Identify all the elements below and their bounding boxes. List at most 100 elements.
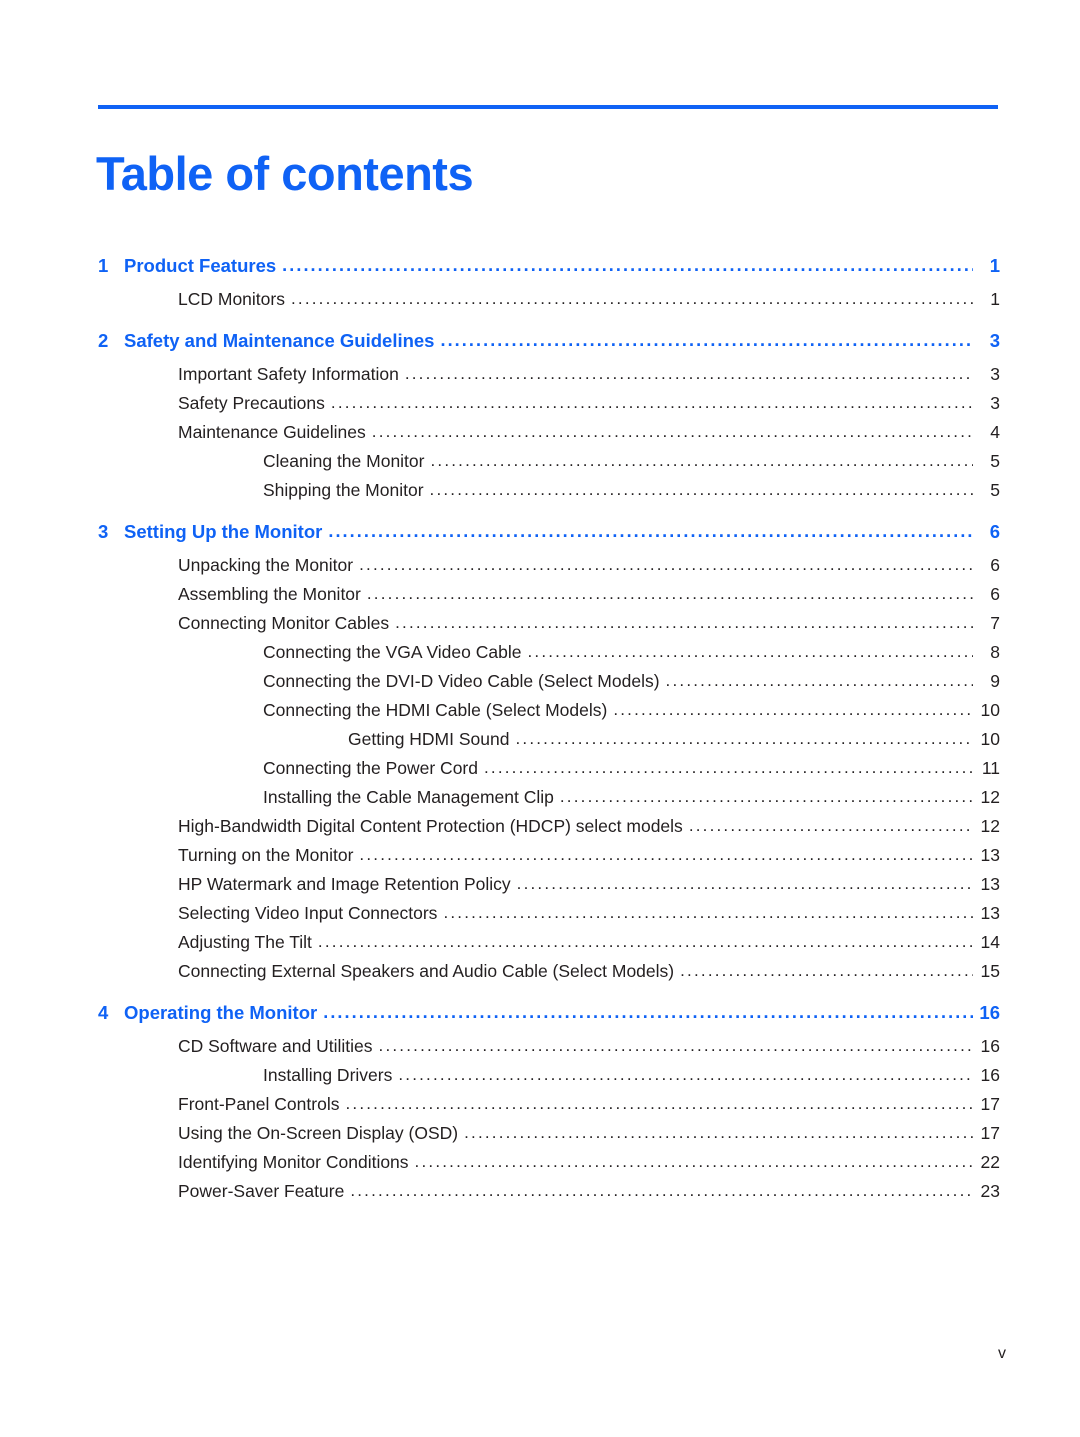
toc-entry-row[interactable]: LCD Monitors............................… xyxy=(0,289,1080,318)
toc-entry-row[interactable]: Installing the Cable Management Clip....… xyxy=(0,787,1080,816)
toc-entry-label: Selecting Video Input Connectors xyxy=(178,903,438,923)
toc-entry-row[interactable]: Identifying Monitor Conditions..........… xyxy=(0,1152,1080,1181)
toc-entry-label: Identifying Monitor Conditions xyxy=(178,1152,409,1172)
toc-entry-row[interactable]: Adjusting The Tilt......................… xyxy=(0,932,1080,961)
toc-entry-row[interactable]: Turning on the Monitor..................… xyxy=(0,845,1080,874)
dot-leader: ........................................… xyxy=(359,555,973,574)
toc-entry-row[interactable]: Power-Saver Feature.....................… xyxy=(0,1181,1080,1210)
toc-chapter-number: 3 xyxy=(98,521,109,542)
toc-entry-page-number: 1 xyxy=(989,255,1000,276)
toc-entry-page-number: 22 xyxy=(980,1152,1000,1172)
toc-entry-label: Maintenance Guidelines xyxy=(178,422,366,442)
toc-entry-label: Unpacking the Monitor xyxy=(178,555,354,575)
toc-entry-row[interactable]: High-Bandwidth Digital Content Protectio… xyxy=(0,816,1080,845)
dot-leader: ........................................… xyxy=(328,521,973,541)
toc-entry-row[interactable]: Connecting External Speakers and Audio C… xyxy=(0,961,1080,990)
toc-entry-row[interactable]: Cleaning the Monitor....................… xyxy=(0,451,1080,480)
toc-entry-row[interactable]: CD Software and Utilities...............… xyxy=(0,1036,1080,1065)
dot-leader: ........................................… xyxy=(359,845,973,864)
toc-entry-row[interactable]: Maintenance Guidelines..................… xyxy=(0,422,1080,451)
toc-entry-page-number: 13 xyxy=(980,845,1000,865)
toc-entry-row[interactable]: Connecting the HDMI Cable (Select Models… xyxy=(0,700,1080,729)
toc-entry-label: Operating the Monitor xyxy=(124,1002,318,1023)
toc-entry-page-number: 13 xyxy=(980,903,1000,923)
dot-leader: ........................................… xyxy=(440,330,973,350)
toc-entry-page-number: 3 xyxy=(989,330,1000,351)
toc-entry-row[interactable]: Selecting Video Input Connectors........… xyxy=(0,903,1080,932)
page-title: Table of contents xyxy=(96,147,474,201)
toc-entry-label: Front-Panel Controls xyxy=(178,1094,340,1114)
toc-entry-row[interactable]: Important Safety Information............… xyxy=(0,364,1080,393)
toc-entry-page-number: 12 xyxy=(980,787,1000,807)
toc-entry-page-number: 6 xyxy=(989,521,1000,542)
toc-entry-label: Connecting External Speakers and Audio C… xyxy=(178,961,675,981)
toc-entry-page-number: 3 xyxy=(990,393,1000,413)
toc-entry-label: Safety and Maintenance Guidelines xyxy=(124,330,435,351)
toc-entry-row[interactable]: Connecting Monitor Cables...............… xyxy=(0,613,1080,642)
dot-leader: ........................................… xyxy=(323,1002,973,1022)
toc-entry-label: Shipping the Monitor xyxy=(263,480,424,500)
toc-entry-label: CD Software and Utilities xyxy=(178,1036,373,1056)
dot-leader: ........................................… xyxy=(330,393,973,412)
dot-leader: ........................................… xyxy=(613,700,973,719)
toc-entry-row[interactable]: Assembling the Monitor..................… xyxy=(0,584,1080,613)
title-divider-rule xyxy=(98,105,998,109)
toc-entry-row[interactable]: Getting HDMI Sound......................… xyxy=(0,729,1080,758)
toc-entry-row[interactable]: Shipping the Monitor....................… xyxy=(0,480,1080,509)
toc-entry-page-number: 16 xyxy=(979,1002,1000,1023)
toc-entry-page-number: 12 xyxy=(980,816,1000,836)
toc-entry-row[interactable]: Using the On-Screen Display (OSD).......… xyxy=(0,1123,1080,1152)
toc-entry-page-number: 15 xyxy=(980,961,1000,981)
dot-leader: ........................................… xyxy=(464,1123,973,1142)
toc-entry-label: Installing Drivers xyxy=(263,1065,393,1085)
dot-leader: ........................................… xyxy=(559,787,973,806)
toc-entry-row[interactable]: Front-Panel Controls....................… xyxy=(0,1094,1080,1123)
toc-entry-page-number: 6 xyxy=(990,555,1000,575)
toc-chapter-row[interactable]: 1 Product Features.......................… xyxy=(0,255,1080,289)
toc-chapter-row[interactable]: 4 Operating the Monitor..................… xyxy=(0,1002,1080,1036)
toc-entry-page-number: 6 xyxy=(990,584,1000,604)
toc-entry-label: Adjusting The Tilt xyxy=(178,932,312,952)
toc-entry-label: Installing the Cable Management Clip xyxy=(263,787,554,807)
toc-entry-row[interactable]: Connecting the VGA Video Cable..........… xyxy=(0,642,1080,671)
toc-chapter-number: 2 xyxy=(98,330,109,351)
toc-entry-page-number: 17 xyxy=(980,1123,1000,1143)
toc-entry-row[interactable]: Connecting the Power Cord...............… xyxy=(0,758,1080,787)
toc-page: Table of contents 1 Product Features.....… xyxy=(0,0,1080,1437)
toc-chapter-row[interactable]: 2 Safety and Maintenance Guidelines......… xyxy=(0,330,1080,364)
dot-leader: ........................................… xyxy=(345,1094,973,1113)
dot-leader: ........................................… xyxy=(429,480,973,499)
toc-entry-label: Safety Precautions xyxy=(178,393,325,413)
toc-entry-row[interactable]: Installing Drivers......................… xyxy=(0,1065,1080,1094)
toc-entry-page-number: 10 xyxy=(980,700,1000,720)
dot-leader: ........................................… xyxy=(688,816,973,835)
toc-entry-label: Assembling the Monitor xyxy=(178,584,361,604)
dot-leader: ........................................… xyxy=(516,874,973,893)
toc-entry-page-number: 23 xyxy=(980,1181,1000,1201)
dot-leader: ........................................… xyxy=(350,1181,973,1200)
toc-entry-page-number: 17 xyxy=(980,1094,1000,1114)
toc-entry-label: Connecting Monitor Cables xyxy=(178,613,390,633)
toc-entry-row[interactable]: HP Watermark and Image Retention Policy.… xyxy=(0,874,1080,903)
dot-leader: ........................................… xyxy=(515,729,973,748)
dot-leader: ........................................… xyxy=(378,1036,973,1055)
dot-leader: ........................................… xyxy=(282,255,973,275)
toc-entry-page-number: 11 xyxy=(981,758,1000,778)
toc-chapter-row[interactable]: 3 Setting Up the Monitor.................… xyxy=(0,521,1080,555)
toc-entry-page-number: 8 xyxy=(990,642,1000,662)
toc-entry-page-number: 7 xyxy=(990,613,1000,633)
toc-entry-row[interactable]: Connecting the DVI-D Video Cable (Select… xyxy=(0,671,1080,700)
toc-entry-label: High-Bandwidth Digital Content Protectio… xyxy=(178,816,683,836)
dot-leader: ........................................… xyxy=(443,903,973,922)
dot-leader: ........................................… xyxy=(398,1065,973,1084)
dot-leader: ........................................… xyxy=(665,671,973,690)
toc-entry-page-number: 13 xyxy=(980,874,1000,894)
dot-leader: ........................................… xyxy=(527,642,973,661)
toc-entry-row[interactable]: Safety Precautions......................… xyxy=(0,393,1080,422)
dot-leader: ........................................… xyxy=(430,451,973,470)
toc-entry-label: Important Safety Information xyxy=(178,364,399,384)
toc-entry-label: LCD Monitors xyxy=(178,289,285,309)
toc-entry-row[interactable]: Unpacking the Monitor...................… xyxy=(0,555,1080,584)
toc-entry-label: Connecting the VGA Video Cable xyxy=(263,642,522,662)
dot-leader: ........................................… xyxy=(404,364,973,383)
